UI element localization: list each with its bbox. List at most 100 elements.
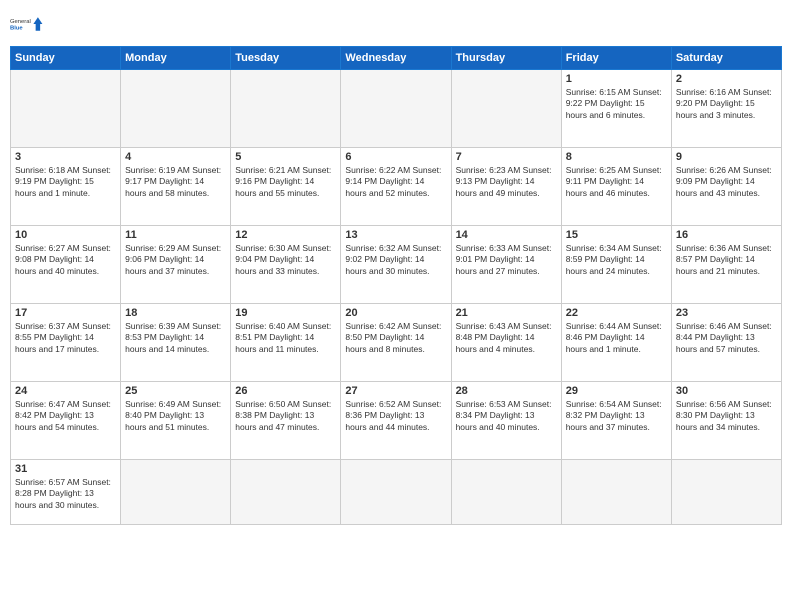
- day-number: 13: [345, 229, 446, 241]
- svg-text:Blue: Blue: [10, 25, 23, 31]
- weekday-header-monday: Monday: [121, 47, 231, 70]
- calendar-cell: [671, 460, 781, 525]
- day-info: Sunrise: 6:42 AM Sunset: 8:50 PM Dayligh…: [345, 321, 446, 355]
- weekday-header-wednesday: Wednesday: [341, 47, 451, 70]
- calendar-cell: [231, 460, 341, 525]
- day-number: 7: [456, 151, 557, 163]
- calendar-week-3: 17 Sunrise: 6:37 AM Sunset: 8:55 PM Dayli…: [11, 304, 782, 382]
- day-number: 27: [345, 385, 446, 397]
- day-number: 14: [456, 229, 557, 241]
- calendar-cell: 15Sunrise: 6:34 AM Sunset: 8:59 PM Dayli…: [561, 226, 671, 304]
- calendar-cell: 11Sunrise: 6:29 AM Sunset: 9:06 PM Dayli…: [121, 226, 231, 304]
- calendar-cell: [231, 70, 341, 148]
- day-number: 20: [345, 307, 446, 319]
- day-number: 17: [15, 307, 116, 319]
- calendar-cell: 10 Sunrise: 6:27 AM Sunset: 9:08 PM Dayli…: [11, 226, 121, 304]
- day-info: Sunrise: 6:50 AM Sunset: 8:38 PM Dayligh…: [235, 399, 336, 433]
- calendar-cell: [11, 70, 121, 148]
- day-number: 21: [456, 307, 557, 319]
- calendar-cell: 2 Sunrise: 6:16 AM Sunset: 9:20 PM Daylig…: [671, 70, 781, 148]
- calendar-cell: 1Sunrise: 6:15 AM Sunset: 9:22 PM Daylig…: [561, 70, 671, 148]
- day-info: Sunrise: 6:44 AM Sunset: 8:46 PM Dayligh…: [566, 321, 667, 355]
- calendar-week-0: 1Sunrise: 6:15 AM Sunset: 9:22 PM Daylig…: [11, 70, 782, 148]
- day-info: Sunrise: 6:46 AM Sunset: 8:44 PM Dayligh…: [676, 321, 777, 355]
- calendar-cell: 25Sunrise: 6:49 AM Sunset: 8:40 PM Dayli…: [121, 382, 231, 460]
- day-number: 9: [676, 151, 777, 163]
- calendar-week-5: 31Sunrise: 6:57 AM Sunset: 8:28 PM Dayli…: [11, 460, 782, 525]
- day-number: 26: [235, 385, 336, 397]
- day-info: Sunrise: 6:49 AM Sunset: 8:40 PM Dayligh…: [125, 399, 226, 433]
- calendar-cell: 6 Sunrise: 6:22 AM Sunset: 9:14 PM Daylig…: [341, 148, 451, 226]
- calendar-cell: 24 Sunrise: 6:47 AM Sunset: 8:42 PM Dayli…: [11, 382, 121, 460]
- calendar-cell: 16 Sunrise: 6:36 AM Sunset: 8:57 PM Dayli…: [671, 226, 781, 304]
- calendar-cell: [121, 70, 231, 148]
- day-number: 1: [566, 73, 667, 85]
- calendar-cell: 9 Sunrise: 6:26 AM Sunset: 9:09 PM Daylig…: [671, 148, 781, 226]
- calendar-cell: [561, 460, 671, 525]
- calendar-cell: 13 Sunrise: 6:32 AM Sunset: 9:02 PM Dayli…: [341, 226, 451, 304]
- calendar-cell: 12Sunrise: 6:30 AM Sunset: 9:04 PM Dayli…: [231, 226, 341, 304]
- day-number: 10: [15, 229, 116, 241]
- calendar-week-4: 24 Sunrise: 6:47 AM Sunset: 8:42 PM Dayli…: [11, 382, 782, 460]
- day-info: Sunrise: 6:36 AM Sunset: 8:57 PM Dayligh…: [676, 243, 777, 277]
- calendar-cell: 14 Sunrise: 6:33 AM Sunset: 9:01 PM Dayli…: [451, 226, 561, 304]
- day-info: Sunrise: 6:19 AM Sunset: 9:17 PM Dayligh…: [125, 165, 226, 199]
- calendar-cell: 30Sunrise: 6:56 AM Sunset: 8:30 PM Dayli…: [671, 382, 781, 460]
- calendar-cell: 20 Sunrise: 6:42 AM Sunset: 8:50 PM Dayli…: [341, 304, 451, 382]
- day-info: Sunrise: 6:22 AM Sunset: 9:14 PM Dayligh…: [345, 165, 446, 199]
- day-number: 2: [676, 73, 777, 85]
- day-number: 23: [676, 307, 777, 319]
- day-info: Sunrise: 6:47 AM Sunset: 8:42 PM Dayligh…: [15, 399, 116, 433]
- page: GeneralBlue SundayMondayTuesdayWednesday…: [0, 0, 792, 612]
- day-info: Sunrise: 6:40 AM Sunset: 8:51 PM Dayligh…: [235, 321, 336, 355]
- day-info: Sunrise: 6:18 AM Sunset: 9:19 PM Dayligh…: [15, 165, 116, 199]
- day-info: Sunrise: 6:29 AM Sunset: 9:06 PM Dayligh…: [125, 243, 226, 277]
- day-number: 18: [125, 307, 226, 319]
- day-info: Sunrise: 6:39 AM Sunset: 8:53 PM Dayligh…: [125, 321, 226, 355]
- header: GeneralBlue: [10, 10, 782, 38]
- day-info: Sunrise: 6:26 AM Sunset: 9:09 PM Dayligh…: [676, 165, 777, 199]
- day-info: Sunrise: 6:32 AM Sunset: 9:02 PM Dayligh…: [345, 243, 446, 277]
- calendar-cell: 8 Sunrise: 6:25 AM Sunset: 9:11 PM Daylig…: [561, 148, 671, 226]
- day-info: Sunrise: 6:30 AM Sunset: 9:04 PM Dayligh…: [235, 243, 336, 277]
- day-info: Sunrise: 6:57 AM Sunset: 8:28 PM Dayligh…: [15, 477, 116, 511]
- day-info: Sunrise: 6:52 AM Sunset: 8:36 PM Dayligh…: [345, 399, 446, 433]
- calendar-week-2: 10 Sunrise: 6:27 AM Sunset: 9:08 PM Dayli…: [11, 226, 782, 304]
- calendar-cell: 29Sunrise: 6:54 AM Sunset: 8:32 PM Dayli…: [561, 382, 671, 460]
- calendar-week-1: 3 Sunrise: 6:18 AM Sunset: 9:19 PM Daylig…: [11, 148, 782, 226]
- day-info: Sunrise: 6:25 AM Sunset: 9:11 PM Dayligh…: [566, 165, 667, 199]
- day-number: 6: [345, 151, 446, 163]
- day-info: Sunrise: 6:56 AM Sunset: 8:30 PM Dayligh…: [676, 399, 777, 433]
- calendar-cell: 17 Sunrise: 6:37 AM Sunset: 8:55 PM Dayli…: [11, 304, 121, 382]
- day-info: Sunrise: 6:54 AM Sunset: 8:32 PM Dayligh…: [566, 399, 667, 433]
- day-number: 3: [15, 151, 116, 163]
- day-info: Sunrise: 6:16 AM Sunset: 9:20 PM Dayligh…: [676, 87, 777, 121]
- calendar-cell: 21 Sunrise: 6:43 AM Sunset: 8:48 PM Dayli…: [451, 304, 561, 382]
- day-info: Sunrise: 6:43 AM Sunset: 8:48 PM Dayligh…: [456, 321, 557, 355]
- day-number: 28: [456, 385, 557, 397]
- day-info: Sunrise: 6:37 AM Sunset: 8:55 PM Dayligh…: [15, 321, 116, 355]
- calendar-cell: [451, 70, 561, 148]
- day-info: Sunrise: 6:53 AM Sunset: 8:34 PM Dayligh…: [456, 399, 557, 433]
- calendar-cell: 7Sunrise: 6:23 AM Sunset: 9:13 PM Daylig…: [451, 148, 561, 226]
- weekday-header-sunday: Sunday: [11, 47, 121, 70]
- day-info: Sunrise: 6:34 AM Sunset: 8:59 PM Dayligh…: [566, 243, 667, 277]
- calendar-cell: 31Sunrise: 6:57 AM Sunset: 8:28 PM Dayli…: [11, 460, 121, 525]
- calendar-cell: 19 Sunrise: 6:40 AM Sunset: 8:51 PM Dayli…: [231, 304, 341, 382]
- calendar-cell: [341, 460, 451, 525]
- day-number: 19: [235, 307, 336, 319]
- weekday-header-saturday: Saturday: [671, 47, 781, 70]
- calendar-cell: [341, 70, 451, 148]
- calendar-cell: 23 Sunrise: 6:46 AM Sunset: 8:44 PM Dayli…: [671, 304, 781, 382]
- calendar-cell: [451, 460, 561, 525]
- day-number: 8: [566, 151, 667, 163]
- day-number: 5: [235, 151, 336, 163]
- day-number: 16: [676, 229, 777, 241]
- weekday-header-tuesday: Tuesday: [231, 47, 341, 70]
- calendar-cell: 27 Sunrise: 6:52 AM Sunset: 8:36 PM Dayli…: [341, 382, 451, 460]
- day-info: Sunrise: 6:27 AM Sunset: 9:08 PM Dayligh…: [15, 243, 116, 277]
- day-info: Sunrise: 6:33 AM Sunset: 9:01 PM Dayligh…: [456, 243, 557, 277]
- day-number: 24: [15, 385, 116, 397]
- calendar-table: SundayMondayTuesdayWednesdayThursdayFrid…: [10, 46, 782, 525]
- logo: GeneralBlue: [10, 10, 46, 38]
